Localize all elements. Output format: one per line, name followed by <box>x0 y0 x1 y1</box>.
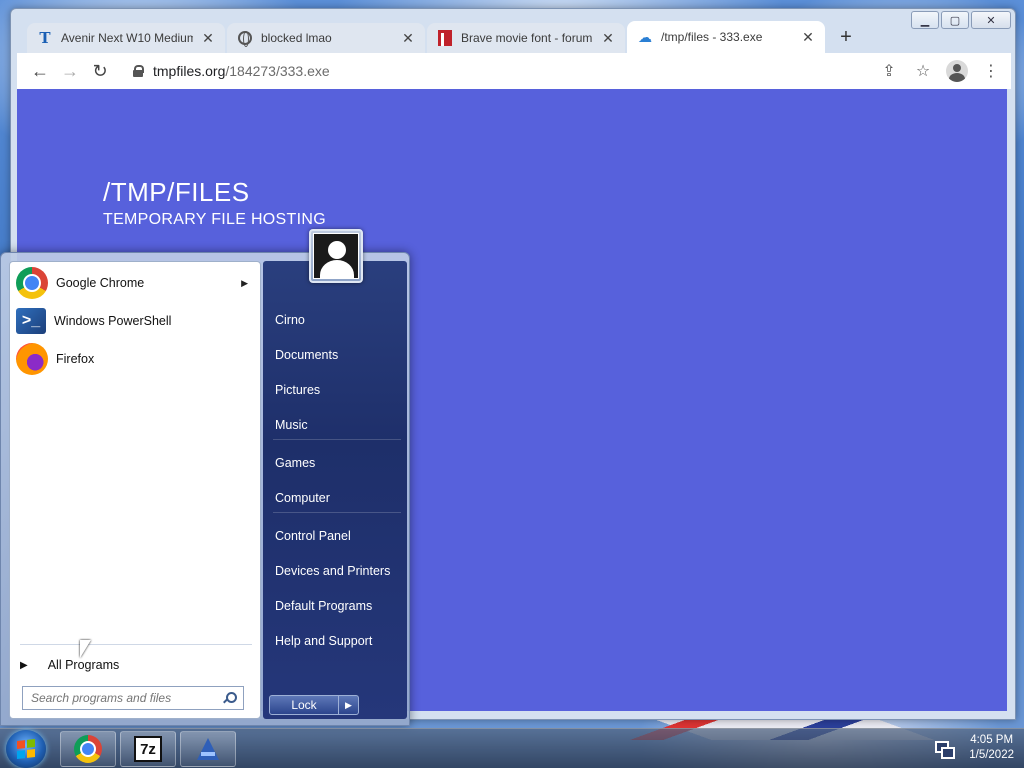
tab-tmpfiles[interactable]: ☁ /tmp/files - 333.exe ✕ <box>627 21 825 53</box>
pinned-windows-powershell[interactable]: >_ Windows PowerShell <box>14 304 256 338</box>
pinned-item-label: Google Chrome <box>56 276 145 290</box>
start-link-pictures[interactable]: Pictures <box>275 377 403 403</box>
bookmark-star-icon[interactable]: ☆ <box>911 59 935 83</box>
start-link-devices-printers[interactable]: Devices and Printers <box>275 558 403 584</box>
taskbar: 7z 4:05 PM 1/5/2022 <box>0 728 1024 768</box>
triangle-right-icon: ▶ <box>20 659 28 671</box>
cloud-favicon-icon: ☁ <box>638 28 652 45</box>
submenu-arrow-icon[interactable]: ▶ <box>241 278 248 289</box>
taskbar-app-button[interactable] <box>180 731 236 767</box>
tab-title: Avenir Next W10 Medium <box>61 31 193 45</box>
window-controls: ▁ ▢ ✕ <box>911 11 1011 29</box>
start-link-cirno[interactable]: Cirno <box>275 307 403 333</box>
tab-title: /tmp/files - 333.exe <box>661 30 763 44</box>
share-icon[interactable]: ⇪ <box>877 59 901 83</box>
tab-avenir-font[interactable]: T Avenir Next W10 Medium ✕ <box>27 23 225 53</box>
start-link-music[interactable]: Music <box>275 412 403 438</box>
clock-date: 1/5/2022 <box>969 749 1014 761</box>
start-menu-places-pane: Cirno Documents Pictures Music Games Com… <box>263 261 407 719</box>
powershell-icon: >_ <box>16 308 46 334</box>
divider <box>273 512 401 513</box>
start-link-default-programs[interactable]: Default Programs <box>275 593 403 619</box>
tab-blocked[interactable]: blocked lmao ✕ <box>227 23 425 53</box>
toolbar-actions: ⇪ ☆ ⋮ <box>877 59 1003 83</box>
pinned-firefox[interactable]: Firefox <box>14 342 256 376</box>
start-menu-programs-pane: Google Chrome ▶ >_ Windows PowerShell Fi… <box>9 261 261 719</box>
7zip-icon: 7z <box>134 736 162 762</box>
network-icon[interactable] <box>935 741 956 759</box>
globe-icon <box>237 30 253 47</box>
minimize-button[interactable]: ▁ <box>911 11 939 29</box>
tab-strip: T Avenir Next W10 Medium ✕ blocked lmao … <box>27 21 859 53</box>
start-link-help-support[interactable]: Help and Support <box>275 628 403 654</box>
tab-close-icon[interactable]: ✕ <box>601 30 615 47</box>
lock-icon[interactable] <box>133 65 144 77</box>
page-subtitle: TEMPORARY FILE HOSTING <box>103 211 326 228</box>
start-search-input[interactable] <box>31 691 223 705</box>
t-favicon-icon: T <box>39 29 51 47</box>
lock-split-button: Lock ▶ <box>269 695 359 715</box>
profile-button[interactable] <box>945 59 969 83</box>
maximize-button[interactable]: ▢ <box>941 11 969 29</box>
start-link-games[interactable]: Games <box>275 450 403 476</box>
start-link-control-panel[interactable]: Control Panel <box>275 523 403 549</box>
pinned-item-label: Windows PowerShell <box>54 314 172 328</box>
user-silhouette-icon <box>313 233 359 279</box>
divider <box>20 644 252 645</box>
shutdown-options-arrow-icon[interactable]: ▶ <box>339 695 359 715</box>
windows-logo-icon <box>17 739 35 759</box>
divider <box>273 439 401 440</box>
all-programs-button[interactable]: ▶ All Programs <box>20 654 252 676</box>
tab-title: Brave movie font - forum <box>461 31 593 45</box>
taskbar-7zip-button[interactable]: 7z <box>120 731 176 767</box>
page-title: /TMP/FILES <box>103 177 250 207</box>
tab-title: blocked lmao <box>261 31 332 45</box>
url-host: tmpfiles.org <box>153 63 226 79</box>
start-link-computer[interactable]: Computer <box>275 485 403 511</box>
user-account-picture[interactable] <box>309 229 363 283</box>
back-button[interactable]: ← <box>25 56 55 86</box>
start-search-box[interactable] <box>22 686 244 710</box>
tab-close-icon[interactable]: ✕ <box>801 29 815 46</box>
start-button[interactable] <box>6 730 46 768</box>
pinned-google-chrome[interactable]: Google Chrome ▶ <box>14 266 256 300</box>
clock[interactable]: 4:05 PM 1/5/2022 <box>969 733 1014 763</box>
search-icon[interactable] <box>223 692 237 704</box>
chrome-icon <box>74 735 102 763</box>
red-favicon-icon <box>437 30 453 46</box>
mouse-cursor-icon <box>80 640 91 658</box>
menu-kebab-icon[interactable]: ⋮ <box>979 59 1003 83</box>
new-tab-button[interactable]: + <box>833 24 859 50</box>
url-path: /184273/333.exe <box>225 63 330 79</box>
avatar-icon <box>946 60 968 82</box>
taskbar-chrome-button[interactable] <box>60 731 116 767</box>
tab-brave-font-forum[interactable]: Brave movie font - forum ✕ <box>427 23 625 53</box>
start-menu: Google Chrome ▶ >_ Windows PowerShell Fi… <box>0 229 410 726</box>
lock-button[interactable]: Lock <box>269 695 339 715</box>
chrome-icon <box>16 267 48 299</box>
pinned-item-label: Firefox <box>56 352 95 366</box>
tab-close-icon[interactable]: ✕ <box>201 30 215 47</box>
system-tray: 4:05 PM 1/5/2022 <box>935 733 1014 763</box>
firefox-icon <box>16 343 48 375</box>
address-bar[interactable]: tmpfiles.org/184273/333.exe <box>123 57 877 85</box>
browser-toolbar: ← → ↻ tmpfiles.org/184273/333.exe ⇪ ☆ ⋮ <box>17 53 1011 89</box>
tab-close-icon[interactable]: ✕ <box>401 30 415 47</box>
close-window-button[interactable]: ✕ <box>971 11 1011 29</box>
forward-button[interactable]: → <box>55 56 85 86</box>
start-link-documents[interactable]: Documents <box>275 342 403 368</box>
app-icon <box>195 736 221 762</box>
reload-button[interactable]: ↻ <box>85 56 115 86</box>
clock-time: 4:05 PM <box>970 734 1014 746</box>
all-programs-label: All Programs <box>47 658 120 672</box>
